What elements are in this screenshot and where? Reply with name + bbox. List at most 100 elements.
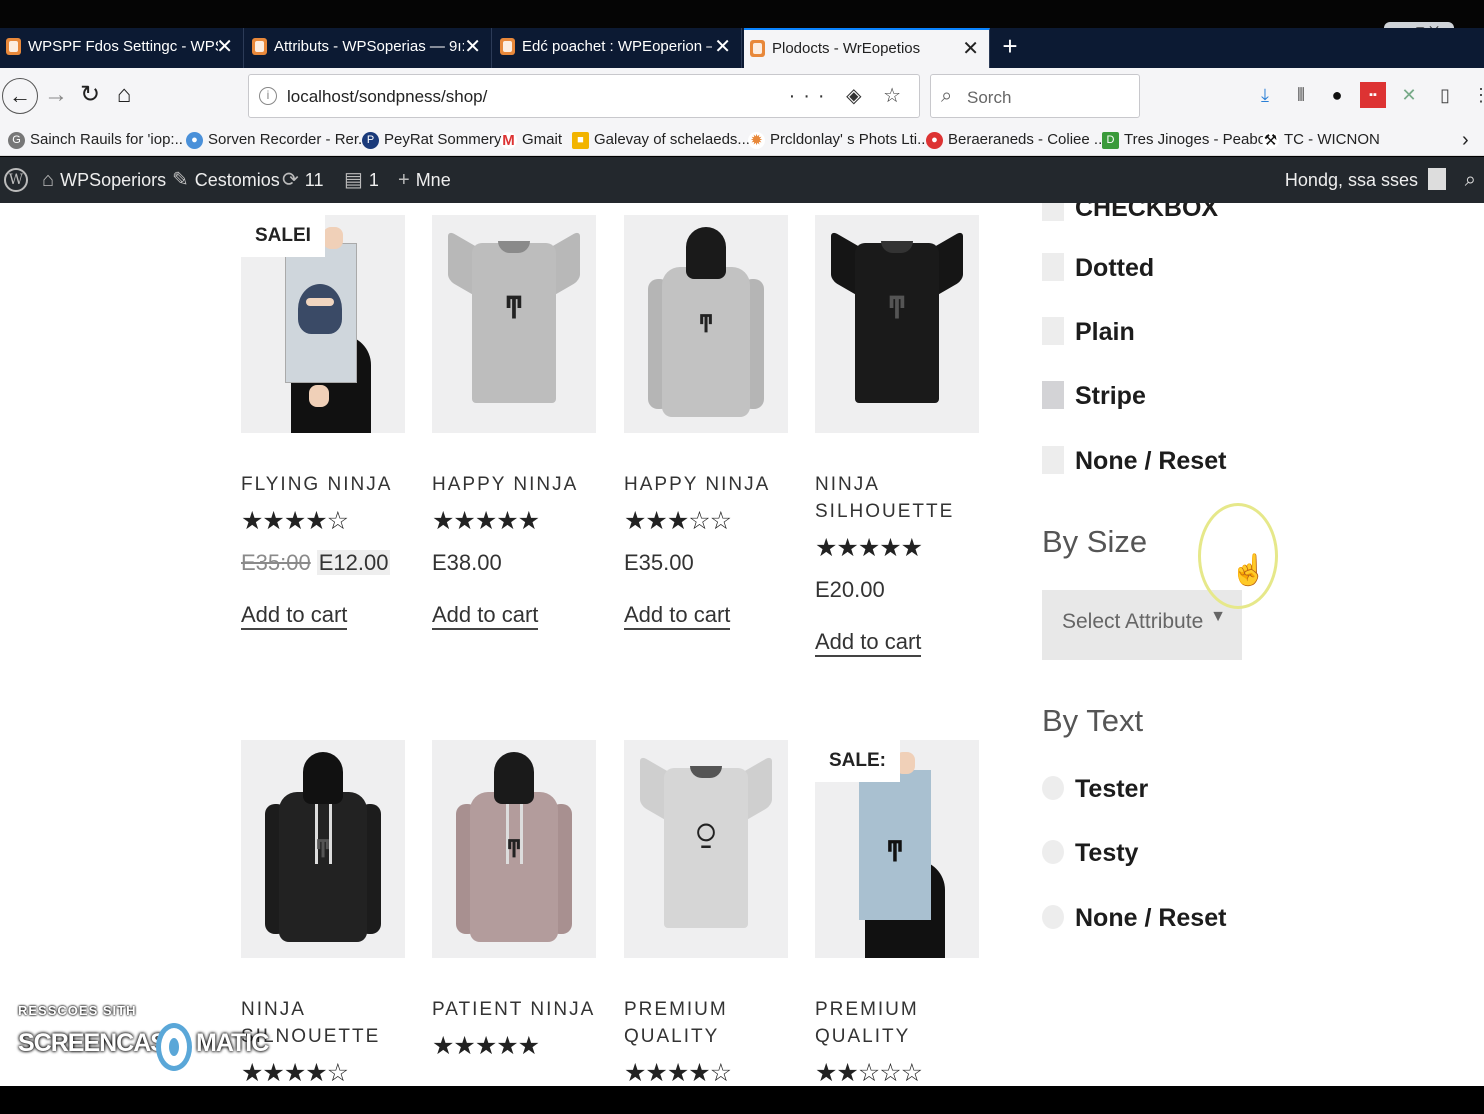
- bookmark-item[interactable]: G Sainch Rauils for 'iop:..: [8, 128, 183, 152]
- bookmark-item[interactable]: ● Beraeraneds - Coliee ...: [926, 128, 1106, 152]
- url-text[interactable]: localhost/sondpness/shop/: [287, 87, 487, 107]
- admin-updates-link[interactable]: ⟳ 11: [282, 157, 323, 203]
- product-image[interactable]: SALE: ͳ: [815, 740, 979, 958]
- hand-shape: [309, 385, 329, 407]
- filter-option-label: CHECKBOX: [1075, 203, 1219, 222]
- tab-close-icon[interactable]: ✕: [714, 28, 731, 66]
- sidebar-icon[interactable]: ▯: [1432, 82, 1458, 108]
- page-actions-icons[interactable]: ··· ◈ ☆: [789, 83, 909, 108]
- checkbox[interactable]: [1042, 253, 1064, 281]
- info-icon[interactable]: i: [259, 87, 277, 105]
- tab-close-icon[interactable]: ✕: [962, 30, 979, 68]
- download-icon[interactable]: ⤓: [1252, 82, 1278, 108]
- url-bar[interactable]: i localhost/sondpness/shop/ ··· ◈ ☆: [248, 74, 920, 118]
- tab-edit-product[interactable]: Edć poachet : WPEoperion — I ✕: [494, 28, 742, 68]
- poster-shape: [285, 243, 357, 383]
- admin-account-greeting[interactable]: Hondg, ssa sses: [1285, 157, 1418, 203]
- tshirt-shape: ⍜: [640, 755, 772, 928]
- sale-badge: SALEI: [241, 215, 325, 257]
- add-to-cart-button[interactable]: Add to cart: [241, 602, 348, 630]
- bookmark-item[interactable]: ■ Galevay of schelaeds...: [572, 128, 750, 152]
- checkbox[interactable]: [1042, 317, 1064, 345]
- product-name[interactable]: HAPPY NINJA: [624, 471, 794, 498]
- watermark-right-text: MATIC: [196, 1029, 269, 1057]
- tools-icon[interactable]: ✕: [1396, 82, 1422, 108]
- checkbox[interactable]: [1042, 203, 1064, 221]
- bookmark-item[interactable]: D Tres Jinoges - Peaboy: [1102, 128, 1274, 152]
- screencast-watermark: RESSCOES SITH SCREENCAST MATIC: [18, 1003, 269, 1083]
- home-button[interactable]: ⌂: [106, 78, 142, 114]
- bookmark-favicon-icon: ■: [572, 132, 589, 149]
- menu-icon[interactable]: ⋮: [1468, 82, 1484, 108]
- bottom-band: [0, 1086, 1484, 1114]
- tshirt-shape: ͳ: [448, 230, 580, 403]
- product-name[interactable]: HAPPY NINJA: [432, 471, 602, 498]
- brush-icon: ✎: [172, 169, 189, 191]
- size-select[interactable]: Select Attribute ▼: [1042, 590, 1242, 660]
- product-image[interactable]: ͳ: [241, 740, 405, 958]
- radio-button[interactable]: [1042, 905, 1064, 929]
- bookmark-item[interactable]: M Gmait: [500, 128, 562, 152]
- old-price: E35:00: [241, 550, 311, 575]
- circle-icon[interactable]: ●: [1324, 82, 1350, 108]
- new-tab-button[interactable]: +: [996, 28, 1024, 68]
- search-input[interactable]: ⌕ Sorch: [930, 74, 1140, 118]
- bookmark-item[interactable]: P PeyRat Sommery: [362, 128, 502, 152]
- forward-button[interactable]: →: [38, 78, 74, 114]
- product-image[interactable]: ͳ: [624, 215, 788, 433]
- product-image[interactable]: SALEI: [241, 215, 405, 433]
- checkbox[interactable]: [1042, 446, 1064, 474]
- bookmarks-bar: G Sainch Rauils for 'iop:.. ● Sorven Recor…: [0, 124, 1484, 156]
- admin-comments-link[interactable]: ▤ 1: [344, 157, 379, 203]
- product-image[interactable]: ͳ: [432, 215, 596, 433]
- product-image[interactable]: ͳ: [432, 740, 596, 958]
- search-icon: ⌕: [941, 85, 953, 107]
- bookmark-label: Galevay of schelaeds...: [594, 131, 750, 148]
- radio-button[interactable]: [1042, 776, 1064, 800]
- admin-customize-label: Cestomios: [194, 170, 280, 190]
- search-icon[interactable]: ⌕: [1465, 157, 1476, 203]
- library-icon[interactable]: ⫴: [1288, 82, 1314, 108]
- badge-icon[interactable]: ▪▪: [1360, 82, 1386, 108]
- back-button[interactable]: ←: [2, 78, 38, 114]
- bookmark-label: Sorven Recorder - Rer...: [208, 131, 371, 148]
- add-to-cart-button[interactable]: Add to cart: [815, 629, 922, 657]
- product-card: ͳ PATIENT NINJA ★★★★★: [432, 740, 602, 1061]
- tab-wpspf-settings[interactable]: WPSPF Fdos Settingc - WPSopı ✕: [0, 28, 244, 68]
- product-name[interactable]: PREMIUM QUALITY: [815, 996, 945, 1050]
- add-to-cart-button[interactable]: Add to cart: [624, 602, 731, 630]
- tab-label: WPSPF Fdos Settingc - WPSopı: [28, 38, 218, 55]
- wordpress-logo-icon[interactable]: W: [4, 168, 28, 192]
- tab-attributes[interactable]: Attributs - WPSoperias — 9ı: ✕: [246, 28, 492, 68]
- avatar[interactable]: [1428, 168, 1446, 190]
- rating-stars: ★★★★☆: [241, 507, 349, 535]
- tab-close-icon[interactable]: ✕: [216, 28, 233, 66]
- product-name[interactable]: PATIENT NINJA: [432, 996, 602, 1023]
- product-image[interactable]: ͳ: [815, 215, 979, 433]
- bookmark-favicon-icon: D: [1102, 132, 1119, 149]
- filter-option-label: Tester: [1075, 775, 1149, 803]
- add-to-cart-button[interactable]: Add to cart: [432, 602, 539, 630]
- bookmark-item[interactable]: ✹ Prcldonlay' s Phots Lti...: [748, 128, 930, 152]
- rating-stars: ★★☆☆☆: [815, 1059, 923, 1086]
- checkbox-checked[interactable]: [1042, 381, 1064, 409]
- bookmarks-overflow-icon[interactable]: ›: [1462, 128, 1469, 152]
- reload-button[interactable]: ↻: [72, 78, 108, 114]
- product-price: E20.00: [815, 577, 885, 602]
- product-name[interactable]: FLYING NINJA: [241, 471, 411, 498]
- bookmark-item[interactable]: ● Sorven Recorder - Rer...: [186, 128, 371, 152]
- filter-option-label: Dotted: [1075, 254, 1155, 282]
- admin-site-link[interactable]: ⌂ WPSoperiors: [42, 157, 166, 203]
- tab-products[interactable]: Plodocts - WrEopetios ✕: [744, 28, 990, 68]
- product-name[interactable]: NINJA SILHOUETTE: [815, 471, 952, 525]
- product-name[interactable]: PREMIUM QUALITY: [624, 996, 754, 1050]
- product-image[interactable]: ⍜: [624, 740, 788, 958]
- admin-new-link[interactable]: + Mne: [398, 157, 451, 203]
- admin-customize-link[interactable]: ✎ Cestomios: [172, 157, 280, 203]
- bookmark-label: Sainch Rauils for 'iop:..: [30, 131, 183, 148]
- filter-option-label: None / Reset: [1075, 447, 1227, 475]
- tab-close-icon[interactable]: ✕: [464, 28, 481, 66]
- bookmark-item[interactable]: ⚒ TC - WICNON: [1262, 128, 1380, 152]
- radio-button[interactable]: [1042, 840, 1064, 864]
- product-card: SALEI FLYING NINJA ★★★★☆ E35:00 E12.00 Ad…: [241, 215, 411, 630]
